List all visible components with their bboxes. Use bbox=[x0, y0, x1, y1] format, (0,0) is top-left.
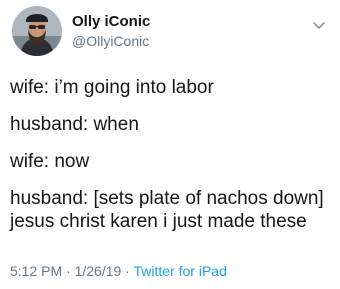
avatar-image bbox=[12, 6, 62, 56]
tweet-line: wife: now bbox=[10, 151, 90, 172]
chevron-down-icon[interactable] bbox=[312, 18, 326, 29]
tweet-meta: 5:12 PM · 1/26/19 · Twitter for iPad bbox=[10, 263, 227, 279]
timestamp[interactable]: 5:12 PM · 1/26/19 · bbox=[10, 263, 133, 279]
tweet-card: Olly iConic @OllyiConic wife: i’m going … bbox=[0, 0, 340, 289]
source-link[interactable]: Twitter for iPad bbox=[133, 263, 226, 279]
tweet-text: wife: i’m going into labor husband: when… bbox=[10, 76, 336, 233]
display-name[interactable]: Olly iConic bbox=[72, 13, 150, 30]
tweet-line: husband: when bbox=[10, 114, 139, 135]
tweet-line: wife: i’m going into labor bbox=[10, 77, 214, 98]
avatar[interactable] bbox=[12, 6, 62, 56]
tweet-line: jesus christ karen i just made these bbox=[10, 211, 307, 232]
user-handle[interactable]: @OllyiConic bbox=[72, 33, 149, 49]
tweet-line: husband: [sets plate of nachos down] bbox=[10, 188, 324, 209]
